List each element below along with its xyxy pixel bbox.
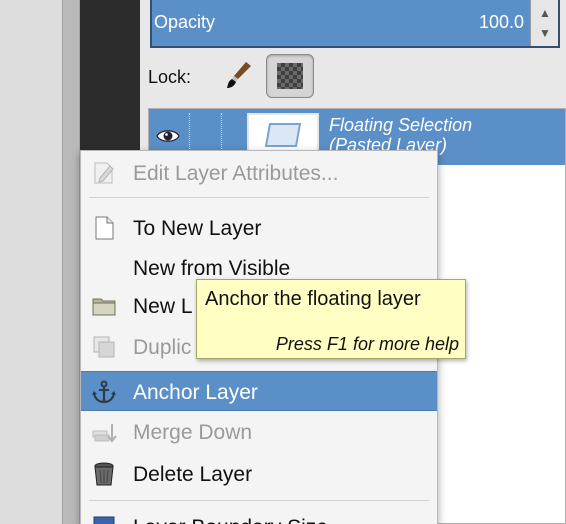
opacity-spin-buttons[interactable]: ▲ ▼ bbox=[530, 0, 558, 46]
menu-item-merge-down[interactable]: Merge Down bbox=[81, 414, 437, 450]
menu-item-edit-layer-attributes[interactable]: Edit Layer Attributes... bbox=[81, 155, 437, 191]
menu-separator bbox=[89, 197, 429, 198]
layer-name[interactable]: Floating Selection (Pasted Layer) bbox=[329, 115, 472, 155]
spin-down-icon[interactable]: ▼ bbox=[539, 26, 551, 40]
folder-icon bbox=[92, 298, 116, 316]
anchor-icon bbox=[92, 380, 116, 404]
menu-item-layer-boundary-size[interactable]: Layer Boundary Size bbox=[81, 509, 437, 524]
layer-preview bbox=[264, 123, 302, 147]
opacity-value[interactable]: 100.0 bbox=[479, 12, 524, 33]
trash-icon bbox=[94, 462, 114, 486]
menu-item-anchor-layer[interactable]: Anchor Layer bbox=[81, 371, 437, 411]
tooltip: Anchor the floating layer Press F1 for m… bbox=[196, 279, 466, 359]
new-doc-icon bbox=[95, 216, 114, 240]
menu-item-to-new-layer[interactable]: To New Layer bbox=[81, 210, 437, 246]
merge-down-icon bbox=[92, 424, 117, 443]
tooltip-title: Anchor the floating layer bbox=[205, 288, 421, 310]
duplicate-icon bbox=[93, 336, 115, 358]
menu-separator bbox=[89, 500, 429, 501]
lock-label: Lock: bbox=[148, 67, 192, 87]
lock-row: Lock: bbox=[148, 54, 448, 98]
menu-item-delete-layer[interactable]: Delete Layer bbox=[81, 456, 437, 492]
panel-divider[interactable] bbox=[62, 0, 80, 524]
lock-alpha-toggle[interactable] bbox=[266, 54, 314, 98]
eye-icon[interactable] bbox=[155, 123, 181, 149]
tooltip-help: Press F1 for more help bbox=[275, 334, 459, 354]
boundary-icon bbox=[93, 516, 115, 524]
layer-name-line1: Floating Selection bbox=[329, 115, 473, 135]
opacity-spinbox[interactable]: Opacity 100.0 ▲ ▼ bbox=[150, 0, 560, 48]
spin-up-icon[interactable]: ▲ bbox=[539, 6, 551, 20]
checkerboard-alpha-icon bbox=[277, 63, 303, 89]
pencil-doc-icon bbox=[94, 162, 114, 184]
paintbrush-icon[interactable] bbox=[224, 60, 254, 90]
opacity-label: Opacity bbox=[154, 12, 216, 32]
left-toolbox-area bbox=[0, 0, 62, 524]
